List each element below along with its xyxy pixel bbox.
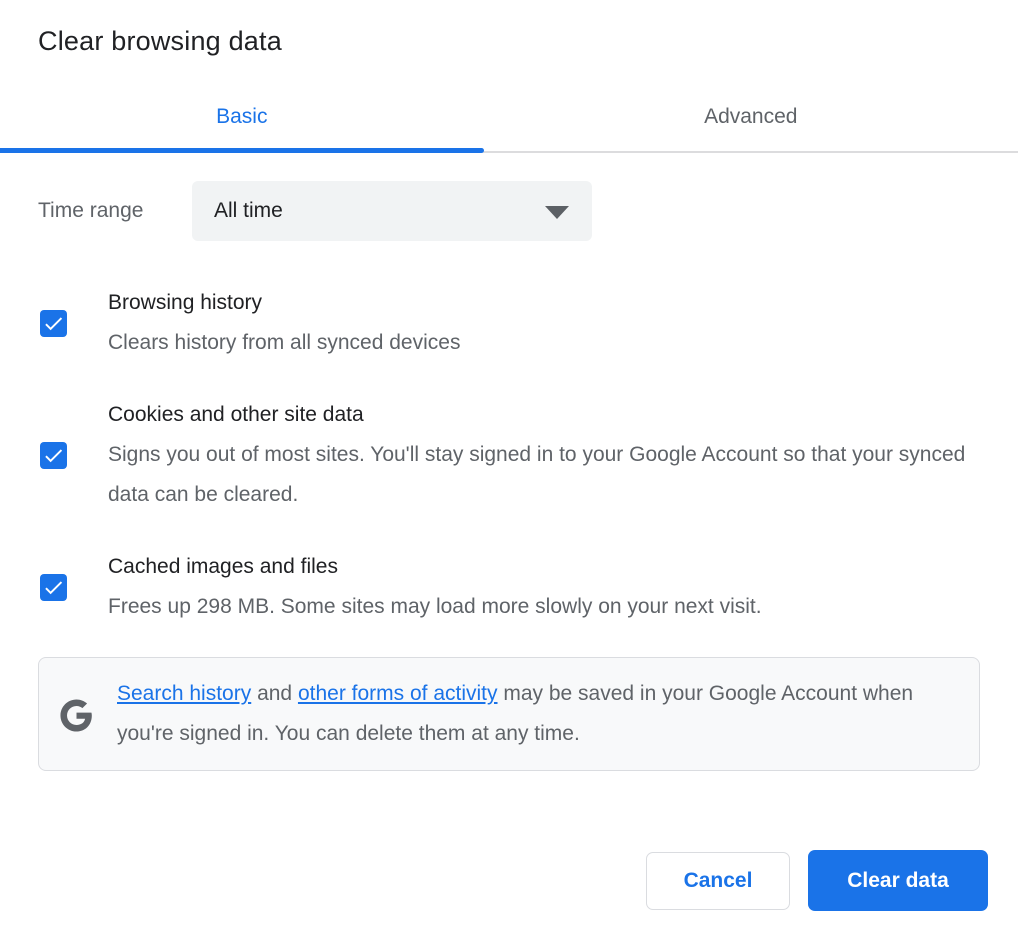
clear-browsing-data-dialog: Clear browsing data Basic Advanced Time … <box>0 0 1018 930</box>
checkmark-icon <box>45 448 63 462</box>
option-row-cookies: Cookies and other site data Signs you ou… <box>40 395 980 515</box>
option-text: Browsing history Clears history from all… <box>108 283 460 363</box>
time-range-select[interactable]: All time <box>192 181 592 241</box>
other-activity-link[interactable]: other forms of activity <box>298 682 498 705</box>
clear-data-button[interactable]: Clear data <box>808 850 988 911</box>
tab-advanced[interactable]: Advanced <box>484 86 1018 153</box>
option-description: Clears history from all synced devices <box>108 331 461 354</box>
option-text: Cached images and files Frees up 298 MB.… <box>108 547 762 627</box>
checkmark-icon <box>45 580 63 594</box>
option-row-cached-images: Cached images and files Frees up 298 MB.… <box>40 547 980 627</box>
checkbox-browsing-history[interactable] <box>40 309 67 337</box>
option-text: Cookies and other site data Signs you ou… <box>108 395 980 515</box>
checkmark-icon <box>45 316 63 330</box>
time-range-row: Time range All time <box>38 181 980 241</box>
chevron-down-icon <box>545 206 569 219</box>
tab-basic[interactable]: Basic <box>0 86 484 153</box>
option-row-browsing-history: Browsing history Clears history from all… <box>40 283 980 363</box>
google-g-icon <box>59 698 94 733</box>
option-title: Browsing history <box>108 291 263 314</box>
notice-conjunction: and <box>251 682 298 705</box>
notice-text: Search history and other forms of activi… <box>117 674 953 754</box>
option-title: Cookies and other site data <box>108 403 364 426</box>
cancel-button[interactable]: Cancel <box>646 852 790 910</box>
time-range-value: All time <box>214 199 283 222</box>
option-title: Cached images and files <box>108 555 338 578</box>
active-tab-indicator <box>0 148 484 153</box>
google-account-notice: Search history and other forms of activi… <box>38 657 980 771</box>
search-history-link[interactable]: Search history <box>117 682 251 705</box>
option-description: Frees up 298 MB. Some sites may load mor… <box>108 595 762 618</box>
option-description: Signs you out of most sites. You'll stay… <box>108 443 966 506</box>
checkbox-cached-images[interactable] <box>40 573 67 601</box>
tab-bar: Basic Advanced <box>0 86 1018 153</box>
checkbox-cookies[interactable] <box>40 441 67 469</box>
page-title: Clear browsing data <box>38 26 282 56</box>
time-range-label: Time range <box>38 199 144 222</box>
